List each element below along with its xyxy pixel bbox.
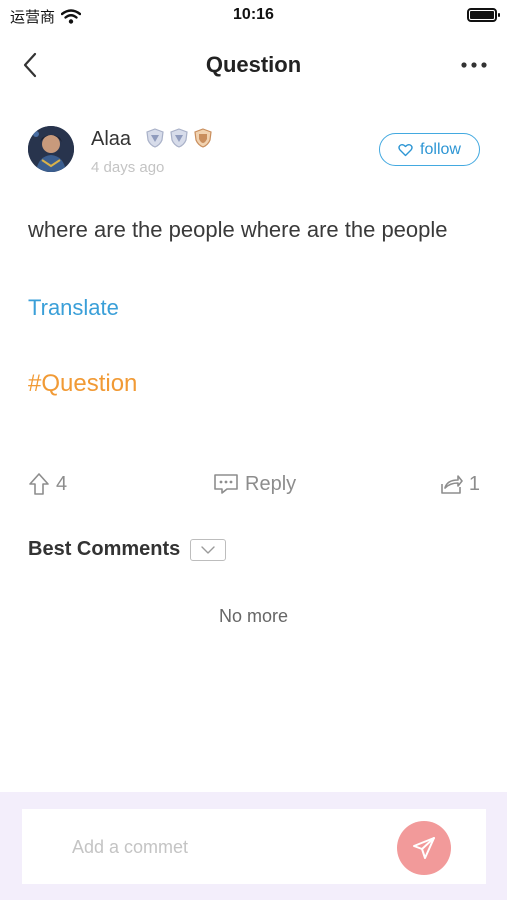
status-bar: 运营商 10:16 [0,0,507,32]
best-comments-title: Best Comments [28,538,181,560]
author-name[interactable]: Alaa [91,128,131,151]
battery-icon [467,8,500,22]
more-horizontal-icon [461,62,487,68]
nav-bar: Question [0,38,507,94]
status-time: 10:16 [233,6,274,23]
like-count: 4 [56,472,68,495]
silver-shield-badge-icon [170,128,188,148]
paper-plane-icon [413,837,435,859]
more-options-button[interactable] [459,52,489,78]
like-button[interactable]: 4 [28,472,67,496]
share-button[interactable]: 1 [439,472,480,496]
avatar-image [28,126,74,172]
chevron-left-icon [23,52,37,78]
chevron-down-icon [201,545,215,554]
user-badges [144,127,214,149]
page-title: Question [205,52,302,77]
post-actions: 4 Reply 1 [28,472,480,504]
bronze-shield-badge-icon [194,128,212,148]
comments-sort-dropdown[interactable] [190,538,227,561]
send-button[interactable] [397,821,451,875]
silver-shield-badge-icon [146,128,164,148]
avatar[interactable] [28,126,74,172]
comment-bubble-icon [214,474,238,494]
no-more-text: No more [218,606,289,626]
reply-button[interactable]: Reply [213,472,296,496]
post-author: Alaa 4 days ago follow [28,124,480,180]
follow-label: follow [420,140,461,158]
heart-icon [398,143,413,156]
post-timestamp: 4 days ago [91,159,165,176]
comment-box [22,809,486,884]
share-icon [441,475,463,494]
best-comments-header: Best Comments [28,538,227,561]
comment-input[interactable] [72,829,372,865]
back-button[interactable] [18,50,46,80]
post-content: where are the people where are the peopl… [28,217,448,242]
arrow-up-icon [29,473,49,495]
reply-label: Reply [245,472,297,495]
hashtag-link[interactable]: #Question [28,370,137,398]
translate-link[interactable]: Translate [28,295,119,321]
follow-button[interactable]: follow [379,133,480,166]
share-count: 1 [468,472,480,495]
comment-bar [0,792,507,900]
